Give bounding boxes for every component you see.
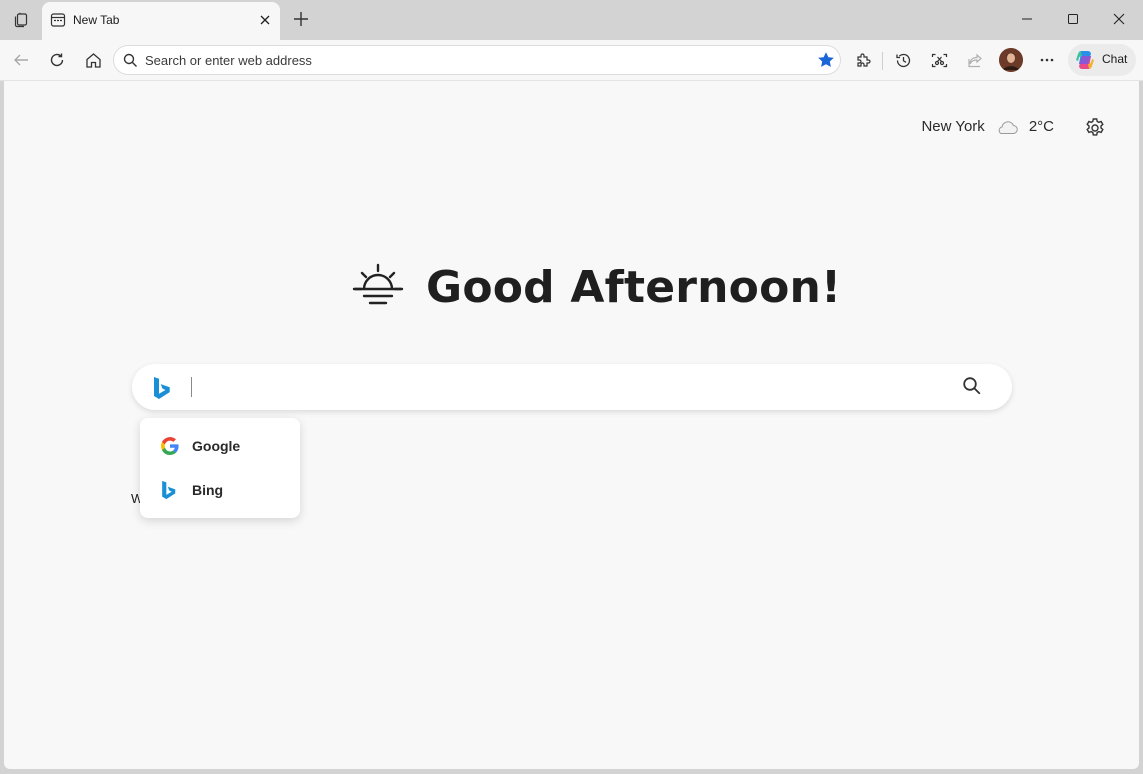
- close-window-button[interactable]: [1105, 8, 1133, 30]
- chat-label: Chat: [1102, 52, 1128, 66]
- screenshot-icon: [931, 53, 947, 67]
- history-button[interactable]: [890, 47, 916, 73]
- tab-new-tab[interactable]: New Tab: [42, 2, 280, 40]
- toolbar-divider: [882, 52, 883, 70]
- profile-avatar[interactable]: [999, 48, 1023, 72]
- cloud-icon: [998, 120, 1018, 134]
- avatar-icon: [999, 48, 1023, 72]
- greeting: Good Afternoon!: [352, 255, 841, 319]
- share-icon: [967, 53, 982, 67]
- weather-city: New York: [921, 118, 985, 135]
- search-icon[interactable]: [962, 376, 982, 396]
- favorite-star-icon[interactable]: [817, 51, 835, 69]
- back-button[interactable]: [8, 47, 34, 73]
- google-logo-icon: [161, 437, 179, 455]
- more-dots-icon: [1040, 58, 1054, 62]
- new-tab-page: New York 2°C Good Afternoon! W Google Bi…: [4, 81, 1139, 769]
- close-icon: [260, 15, 270, 25]
- gear-icon: [1086, 118, 1104, 136]
- home-button[interactable]: [80, 47, 106, 73]
- back-arrow-icon: [14, 54, 28, 66]
- close-icon: [1113, 13, 1125, 25]
- copilot-icon: [1076, 51, 1094, 69]
- puzzle-piece-icon: [856, 52, 871, 67]
- tab-actions-button[interactable]: [8, 8, 34, 32]
- address-input[interactable]: [145, 52, 785, 68]
- home-icon: [85, 52, 101, 68]
- greeting-text: Good Afternoon!: [426, 261, 842, 313]
- engine-label-bing: Bing: [192, 482, 224, 498]
- refresh-button[interactable]: [44, 47, 70, 73]
- share-button[interactable]: [962, 47, 988, 73]
- sunrise-icon: [352, 263, 404, 305]
- more-menu-button[interactable]: [1034, 47, 1060, 73]
- page-settings-button[interactable]: [1082, 115, 1108, 141]
- search-engine-dropdown: Google Bing: [140, 418, 300, 518]
- address-bar[interactable]: [113, 45, 841, 75]
- weather-widget[interactable]: New York 2°C: [921, 118, 1054, 135]
- engine-label-google: Google: [192, 438, 241, 454]
- extensions-button[interactable]: [850, 47, 876, 73]
- text-caret: [191, 377, 192, 397]
- minimize-button[interactable]: [1013, 8, 1041, 30]
- minimize-icon: [1022, 18, 1032, 20]
- bing-logo-icon[interactable]: [152, 376, 170, 400]
- maximize-icon: [1068, 14, 1078, 24]
- new-tab-button[interactable]: [290, 8, 312, 30]
- refresh-icon: [50, 53, 64, 67]
- maximize-button[interactable]: [1059, 8, 1087, 30]
- weather-temperature: 2°C: [1028, 118, 1054, 135]
- screenshot-button[interactable]: [926, 47, 952, 73]
- tab-title: New Tab: [73, 13, 120, 27]
- workspaces-icon: [14, 12, 28, 28]
- search-icon: [123, 53, 137, 67]
- browser-toolbar: Chat: [0, 40, 1143, 81]
- web-search-box[interactable]: [132, 364, 1012, 410]
- tab-strip: New Tab: [0, 0, 1143, 40]
- new-tab-favicon-icon: [50, 13, 66, 27]
- tab-close-button[interactable]: [256, 11, 274, 29]
- history-icon: [895, 53, 910, 67]
- browser-window: New Tab Search or enter web address Chat…: [0, 0, 1143, 774]
- engine-option-bing[interactable]: Bing: [140, 470, 300, 510]
- plus-icon: [294, 12, 308, 26]
- engine-option-google[interactable]: Google: [140, 426, 300, 466]
- copilot-chat-button[interactable]: Chat: [1068, 44, 1136, 76]
- bing-logo-icon: [162, 480, 176, 500]
